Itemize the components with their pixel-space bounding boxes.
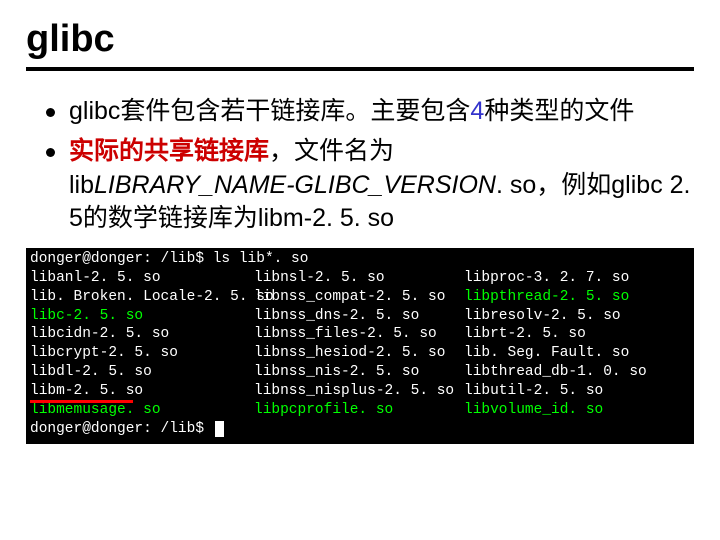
file-underlined: libm-2. 5. so bbox=[30, 382, 143, 401]
file: libproc-3. 2. 7. so bbox=[464, 270, 629, 286]
terminal-prompt: donger@donger: /lib$ bbox=[30, 251, 213, 267]
bullet-item-2: 实际的共享链接库，文件名为 libLIBRARY_NAME-GLIBC_VERS… bbox=[46, 135, 694, 236]
emphasis-text: 实际的共享链接库 bbox=[69, 137, 269, 165]
bullet-icon bbox=[46, 108, 55, 117]
terminal-command: ls lib*. so bbox=[213, 251, 309, 267]
terminal-col-2: libnsl-2. 5. so libnss_compat-2. 5. so l… bbox=[254, 269, 464, 420]
file: libcidn-2. 5. so bbox=[30, 326, 169, 342]
bullet-text-2: 实际的共享链接库，文件名为 libLIBRARY_NAME-GLIBC_VERS… bbox=[69, 135, 694, 236]
file: libnss_files-2. 5. so bbox=[254, 326, 437, 342]
highlight-number: 4 bbox=[470, 97, 484, 125]
terminal-col-1: libanl-2. 5. so lib. Broken. Locale-2. 5… bbox=[30, 269, 254, 420]
file: libdl-2. 5. so bbox=[30, 364, 152, 380]
slide: glibc glibc套件包含若干链接库。主要包含4种类型的文件 实际的共享链接… bbox=[0, 0, 720, 462]
file-highlight: libc-2. 5. so bbox=[30, 308, 143, 324]
file-highlight: libvolume_id. so bbox=[464, 402, 603, 418]
terminal-output: donger@donger: /lib$ ls lib*. so libanl-… bbox=[26, 248, 694, 444]
file: libresolv-2. 5. so bbox=[464, 308, 621, 324]
text: glibc套件包含若干链接库。主要包含 bbox=[69, 97, 470, 125]
file: libanl-2. 5. so bbox=[30, 270, 161, 286]
text: 种类型的文件 bbox=[484, 97, 634, 125]
text: ，文件名为 bbox=[269, 137, 394, 165]
bullet-item-1: glibc套件包含若干链接库。主要包含4种类型的文件 bbox=[46, 95, 694, 129]
file: libthread_db-1. 0. so bbox=[464, 364, 647, 380]
file-highlight: libpcprofile. so bbox=[254, 402, 393, 418]
terminal-prompt: donger@donger: /lib$ bbox=[30, 421, 213, 437]
file-highlight: libpthread-2. 5. so bbox=[464, 289, 629, 305]
terminal-cursor bbox=[215, 421, 224, 437]
slide-title: glibc bbox=[26, 18, 694, 61]
file: libcrypt-2. 5. so bbox=[30, 345, 178, 361]
file: libnss_hesiod-2. 5. so bbox=[254, 345, 445, 361]
bullet-text-1: glibc套件包含若干链接库。主要包含4种类型的文件 bbox=[69, 95, 634, 129]
slide-content: glibc套件包含若干链接库。主要包含4种类型的文件 实际的共享链接库，文件名为… bbox=[26, 95, 694, 236]
file: libnsl-2. 5. so bbox=[254, 270, 385, 286]
file: lib. Seg. Fault. so bbox=[464, 345, 629, 361]
file: libutil-2. 5. so bbox=[464, 383, 603, 399]
file: libnss_nis-2. 5. so bbox=[254, 364, 419, 380]
file: librt-2. 5. so bbox=[464, 326, 586, 342]
italic-text: LIBRARY_NAME-GLIBC_VERSION bbox=[94, 171, 496, 199]
title-divider bbox=[26, 67, 694, 71]
text: lib bbox=[69, 171, 94, 199]
terminal-col-3: libproc-3. 2. 7. so libpthread-2. 5. so … bbox=[464, 269, 664, 420]
file: libnss_nisplus-2. 5. so bbox=[254, 383, 454, 399]
file-highlight: libmemusage. so bbox=[30, 402, 161, 418]
file: libnss_compat-2. 5. so bbox=[254, 289, 445, 305]
file: lib. Broken. Locale-2. 5. so bbox=[30, 289, 274, 305]
bullet-icon bbox=[46, 148, 55, 157]
file: libnss_dns-2. 5. so bbox=[254, 308, 419, 324]
